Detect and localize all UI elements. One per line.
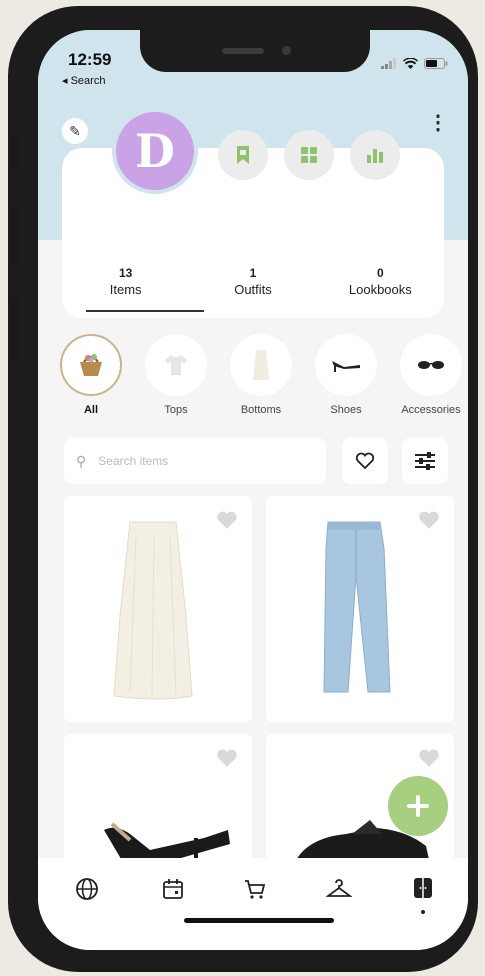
phone-frame: 12:59 ◂ Search ✎ ⋮ D 13 Items 1 Outfits … <box>8 6 478 972</box>
app-screen: 12:59 ◂ Search ✎ ⋮ D 13 Items 1 Outfits … <box>38 30 468 950</box>
category-tops-circle <box>145 334 207 396</box>
heels-image <box>104 822 230 868</box>
sliders-icon <box>415 452 435 470</box>
profile-stats: 13 Items 1 Outfits 0 Lookbooks <box>62 266 444 297</box>
notch <box>140 30 370 72</box>
mute-switch <box>10 136 18 170</box>
filter-settings-button[interactable] <box>402 438 448 484</box>
nav-outfits[interactable] <box>324 874 354 904</box>
battery-icon <box>424 58 448 69</box>
grid-view-button[interactable] <box>284 130 334 180</box>
signal-icon <box>381 58 396 69</box>
favorites-filter-button[interactable] <box>342 438 388 484</box>
nav-wardrobe[interactable] <box>408 874 438 904</box>
category-tops-label: Tops <box>164 404 188 416</box>
category-all-circle <box>60 334 122 396</box>
jeans-image <box>323 521 391 693</box>
item-card-heels[interactable] <box>64 734 252 874</box>
back-to-search-link[interactable]: ◂ Search <box>62 74 105 87</box>
volume-up-button <box>10 206 18 268</box>
skirt-image <box>113 521 193 700</box>
edit-profile-pencil-icon[interactable]: ✎ <box>62 118 88 144</box>
search-icon: ⚲ <box>76 452 87 469</box>
stat-items-count: 13 <box>118 266 133 280</box>
stat-items-label: Items <box>109 282 142 297</box>
basket-icon <box>80 354 102 376</box>
heel-icon <box>332 361 360 372</box>
category-accessories-label: Accessories <box>401 404 461 416</box>
stat-lookbooks[interactable]: 0 Lookbooks <box>317 266 444 297</box>
active-tab-indicator <box>86 310 204 312</box>
status-time: 12:59 <box>68 50 112 69</box>
category-all[interactable]: All <box>56 334 126 416</box>
avatar[interactable]: D <box>112 108 198 194</box>
category-shoes-circle <box>315 334 377 396</box>
bar-chart-icon <box>367 149 383 163</box>
category-accessories[interactable]: Accessories <box>396 334 466 416</box>
cart-icon <box>245 880 266 899</box>
bottom-navigation <box>38 858 468 950</box>
category-bottoms-circle <box>230 334 292 396</box>
wifi-icon <box>403 58 418 69</box>
nav-calendar[interactable] <box>158 874 188 904</box>
active-nav-dot <box>421 910 425 914</box>
wardrobe-icon <box>414 878 432 898</box>
search-placeholder: Search items <box>98 454 169 468</box>
home-indicator <box>184 918 334 923</box>
bookmark-button[interactable] <box>218 130 268 180</box>
stat-outfits[interactable]: 1 Outfits <box>189 266 316 297</box>
camera <box>282 46 291 55</box>
skirt-icon <box>253 350 269 380</box>
bookmark-icon <box>237 146 249 164</box>
item-card-jeans[interactable] <box>266 496 454 722</box>
stat-lookbooks-label: Lookbooks <box>348 282 412 297</box>
item-card-skirt[interactable] <box>64 496 252 722</box>
category-shoes[interactable]: Shoes <box>311 334 381 416</box>
sunglasses-icon <box>418 361 444 369</box>
category-bottoms[interactable]: Bottoms <box>226 334 296 416</box>
stat-lookbooks-count: 0 <box>376 266 384 280</box>
nav-shop[interactable] <box>240 874 270 904</box>
category-shoes-label: Shoes <box>330 404 362 416</box>
tshirt-icon <box>165 355 187 375</box>
category-tops[interactable]: Tops <box>141 334 211 416</box>
speaker <box>222 48 264 54</box>
hanger-icon <box>326 879 352 897</box>
more-options-icon[interactable]: ⋮ <box>428 110 448 135</box>
stat-items[interactable]: 13 Items <box>62 266 189 297</box>
category-accessories-circle <box>400 334 462 396</box>
nav-explore[interactable] <box>72 874 102 904</box>
calendar-icon <box>163 879 183 899</box>
globe-icon <box>76 878 98 900</box>
add-item-button[interactable] <box>388 776 448 836</box>
category-bottoms-label: Bottoms <box>240 404 282 416</box>
category-filter-row: All Tops Bottoms Shoes Accessories <box>56 334 466 416</box>
stats-button[interactable] <box>350 130 400 180</box>
grid-icon <box>301 147 317 163</box>
volume-down-button <box>10 298 18 360</box>
category-all-label: All <box>83 404 99 416</box>
stat-outfits-count: 1 <box>249 266 257 280</box>
status-icons <box>381 58 448 69</box>
search-input[interactable]: ⚲ Search items <box>64 438 326 484</box>
plus-icon <box>407 795 429 817</box>
stat-outfits-label: Outfits <box>234 282 272 297</box>
heart-outline-icon <box>355 452 375 470</box>
